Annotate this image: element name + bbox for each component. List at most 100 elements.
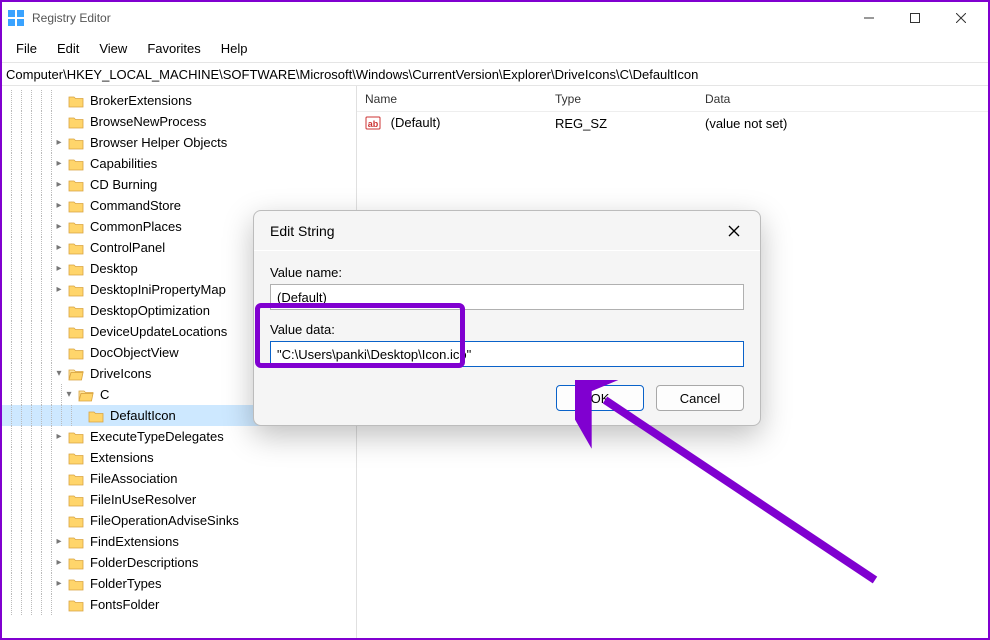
folder-icon <box>68 325 84 339</box>
tree-item-label: CommonPlaces <box>90 219 182 234</box>
menu-help[interactable]: Help <box>211 37 258 60</box>
col-name[interactable]: Name <box>357 92 547 106</box>
tree-item-label: FindExtensions <box>90 534 179 549</box>
folder-icon <box>88 409 104 423</box>
tree-item-label: DefaultIcon <box>110 408 176 423</box>
tree-item[interactable]: FileAssociation <box>2 468 356 489</box>
tree-item[interactable]: ▸ ExecuteTypeDelegates <box>2 426 356 447</box>
dialog-title: Edit String <box>270 223 335 239</box>
tree-item[interactable]: ▸ FolderTypes <box>2 573 356 594</box>
folder-icon <box>68 367 84 381</box>
dialog-titlebar: Edit String <box>254 211 760 251</box>
folder-icon <box>68 451 84 465</box>
value-data-cell: (value not set) <box>697 116 988 131</box>
folder-icon <box>68 241 84 255</box>
expand-icon[interactable]: ▾ <box>52 368 66 379</box>
expand-icon[interactable]: ▾ <box>62 389 76 400</box>
tree-item[interactable]: ▸Browser Helper Objects <box>2 132 356 153</box>
tree-item-label: DriveIcons <box>90 366 151 381</box>
folder-icon <box>68 136 84 150</box>
folder-icon <box>68 220 84 234</box>
folder-icon <box>68 94 84 108</box>
expand-icon[interactable]: ▸ <box>52 536 66 547</box>
dialog-close-button[interactable] <box>724 221 744 241</box>
menu-favorites[interactable]: Favorites <box>137 37 210 60</box>
menu-view[interactable]: View <box>89 37 137 60</box>
expand-icon[interactable]: ▸ <box>52 158 66 169</box>
expand-icon[interactable]: ▸ <box>52 200 66 211</box>
tree-item[interactable]: ▸ FindExtensions <box>2 531 356 552</box>
expand-icon[interactable]: ▸ <box>52 137 66 148</box>
cancel-button[interactable]: Cancel <box>656 385 744 411</box>
expand-icon[interactable]: ▸ <box>52 242 66 253</box>
tree-item-label: FolderDescriptions <box>90 555 198 570</box>
tree-item-label: DeviceUpdateLocations <box>90 324 227 339</box>
tree-item-label: FileInUseResolver <box>90 492 196 507</box>
maximize-button[interactable] <box>892 2 938 34</box>
folder-icon <box>68 598 84 612</box>
expand-icon[interactable]: ▸ <box>52 557 66 568</box>
folder-icon <box>68 577 84 591</box>
tree-item[interactable]: BrokerExtensions <box>2 90 356 111</box>
tree-item[interactable]: Extensions <box>2 447 356 468</box>
tree-item-label: Capabilities <box>90 156 157 171</box>
tree-item-label: FileOperationAdviseSinks <box>90 513 239 528</box>
close-button[interactable] <box>938 2 984 34</box>
menubar: File Edit View Favorites Help <box>2 34 988 62</box>
col-data[interactable]: Data <box>697 92 988 106</box>
tree-item[interactable]: ▸ Capabilities <box>2 153 356 174</box>
titlebar: Registry Editor <box>2 2 988 34</box>
expand-icon[interactable]: ▸ <box>52 221 66 232</box>
value-name-input[interactable] <box>270 284 744 310</box>
folder-icon <box>68 535 84 549</box>
folder-icon <box>78 388 94 402</box>
tree-item-label: FolderTypes <box>90 576 162 591</box>
tree-item-label: FileAssociation <box>90 471 177 486</box>
tree-item-label: Extensions <box>90 450 154 465</box>
minimize-button[interactable] <box>846 2 892 34</box>
svg-text:ab: ab <box>368 119 379 129</box>
address-bar[interactable]: Computer\HKEY_LOCAL_MACHINE\SOFTWARE\Mic… <box>2 62 988 86</box>
list-row[interactable]: ab (Default) REG_SZ (value not set) <box>357 112 988 134</box>
expand-icon[interactable]: ▸ <box>52 431 66 442</box>
folder-icon <box>68 115 84 129</box>
ok-button[interactable]: OK <box>556 385 644 411</box>
value-name-label: Value name: <box>270 265 744 280</box>
menu-edit[interactable]: Edit <box>47 37 89 60</box>
value-type-cell: REG_SZ <box>547 116 697 131</box>
folder-icon <box>68 430 84 444</box>
expand-icon[interactable]: ▸ <box>52 578 66 589</box>
tree-item-label: ExecuteTypeDelegates <box>90 429 224 444</box>
folder-icon <box>68 178 84 192</box>
expand-icon[interactable]: ▸ <box>52 284 66 295</box>
tree-item-label: BrokerExtensions <box>90 93 192 108</box>
menu-file[interactable]: File <box>6 37 47 60</box>
expand-icon[interactable]: ▸ <box>52 179 66 190</box>
tree-item[interactable]: FontsFolder <box>2 594 356 615</box>
edit-string-dialog: Edit String Value name: Value data: OK C… <box>253 210 761 426</box>
folder-icon <box>68 157 84 171</box>
folder-icon <box>68 556 84 570</box>
folder-icon <box>68 514 84 528</box>
folder-icon <box>68 346 84 360</box>
tree-item[interactable]: ▸CD Burning <box>2 174 356 195</box>
app-icon <box>8 10 24 26</box>
tree-item[interactable]: FileInUseResolver <box>2 489 356 510</box>
tree-item[interactable]: ▸ FolderDescriptions <box>2 552 356 573</box>
value-data-input[interactable] <box>270 341 744 367</box>
tree-item[interactable]: FileOperationAdviseSinks <box>2 510 356 531</box>
folder-icon <box>68 262 84 276</box>
expand-icon[interactable]: ▸ <box>52 263 66 274</box>
value-name-cell: ab (Default) <box>357 115 547 132</box>
folder-icon <box>68 304 84 318</box>
tree-item-label: DocObjectView <box>90 345 179 360</box>
folder-icon <box>68 199 84 213</box>
tree-item-label: CommandStore <box>90 198 181 213</box>
tree-item-label: FontsFolder <box>90 597 159 612</box>
tree-item-label: Desktop <box>90 261 138 276</box>
tree-item-label: ControlPanel <box>90 240 165 255</box>
tree-item-label: BrowseNewProcess <box>90 114 206 129</box>
tree-item[interactable]: BrowseNewProcess <box>2 111 356 132</box>
col-type[interactable]: Type <box>547 92 697 106</box>
tree-item-label: DesktopOptimization <box>90 303 210 318</box>
